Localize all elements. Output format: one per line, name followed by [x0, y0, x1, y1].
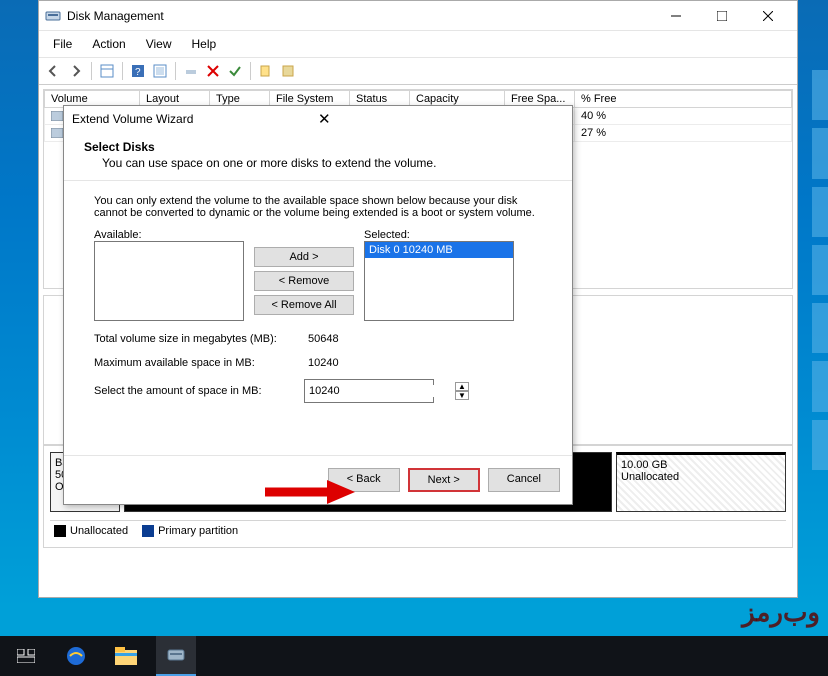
- wizard-header: Select Disks You can use space on one or…: [64, 132, 572, 181]
- menu-action[interactable]: Action: [84, 35, 133, 53]
- add-button[interactable]: Add >: [254, 247, 354, 267]
- legend: Unallocated Primary partition: [50, 520, 786, 541]
- available-label: Available:: [94, 229, 244, 241]
- app-icon: [45, 8, 61, 24]
- window-title: Disk Management: [67, 9, 653, 23]
- maximize-button[interactable]: [699, 2, 745, 30]
- delete-icon[interactable]: [204, 62, 222, 80]
- selected-item[interactable]: Disk 0 10240 MB: [365, 242, 513, 258]
- desktop-tiles: [812, 70, 828, 470]
- selected-listbox[interactable]: Disk 0 10240 MB: [364, 241, 514, 321]
- amount-label: Select the amount of space in MB:: [94, 385, 304, 397]
- unallocated-partition[interactable]: 10.00 GB Unallocated: [616, 452, 786, 512]
- remove-button[interactable]: < Remove: [254, 271, 354, 291]
- minimize-button[interactable]: [653, 2, 699, 30]
- menu-help[interactable]: Help: [184, 35, 225, 53]
- cancel-button[interactable]: Cancel: [488, 468, 560, 492]
- task-view-icon[interactable]: [6, 636, 46, 676]
- wizard-titlebar: Extend Volume Wizard ✕: [64, 106, 572, 132]
- extend-volume-wizard: Extend Volume Wizard ✕ Select Disks You …: [63, 105, 573, 505]
- diskmgmt-taskbar-icon[interactable]: [156, 636, 196, 676]
- wizard-body: You can only extend the volume to the av…: [64, 181, 572, 455]
- menubar: File Action View Help: [39, 31, 797, 58]
- wizard-close-button[interactable]: ✕: [312, 110, 564, 128]
- new-icon[interactable]: [257, 62, 275, 80]
- available-listbox[interactable]: [94, 241, 244, 321]
- amount-spinner[interactable]: ▲ ▼: [304, 379, 434, 403]
- titlebar: Disk Management: [39, 1, 797, 31]
- watermark: وب‌رمز: [742, 597, 820, 628]
- selected-label: Selected:: [364, 229, 514, 241]
- next-button[interactable]: Next >: [408, 468, 480, 492]
- svg-text:?: ?: [135, 67, 141, 78]
- menu-file[interactable]: File: [45, 35, 80, 53]
- amount-input[interactable]: [309, 385, 451, 397]
- wizard-title: Extend Volume Wizard: [72, 112, 312, 126]
- col-pct[interactable]: % Free: [575, 91, 792, 108]
- annotation-arrow: [265, 480, 355, 500]
- spin-down-icon[interactable]: ▼: [455, 391, 469, 400]
- action-icon[interactable]: [182, 62, 200, 80]
- back-icon[interactable]: [45, 62, 63, 80]
- check-icon[interactable]: [226, 62, 244, 80]
- taskbar: [0, 636, 828, 676]
- help-icon[interactable]: ?: [129, 62, 147, 80]
- remove-all-button[interactable]: < Remove All: [254, 295, 354, 315]
- close-button[interactable]: [745, 2, 791, 30]
- details-icon[interactable]: [98, 62, 116, 80]
- spin-up-icon[interactable]: ▲: [455, 382, 469, 391]
- max-label: Maximum available space in MB:: [94, 357, 304, 369]
- toolbar: ?: [39, 58, 797, 85]
- menu-view[interactable]: View: [138, 35, 180, 53]
- explorer-icon[interactable]: [106, 636, 146, 676]
- refresh-icon[interactable]: [151, 62, 169, 80]
- ie-icon[interactable]: [56, 636, 96, 676]
- props-icon[interactable]: [279, 62, 297, 80]
- total-label: Total volume size in megabytes (MB):: [94, 333, 304, 345]
- max-value: 10240: [304, 355, 434, 371]
- total-value: 50648: [304, 331, 434, 347]
- forward-icon[interactable]: [67, 62, 85, 80]
